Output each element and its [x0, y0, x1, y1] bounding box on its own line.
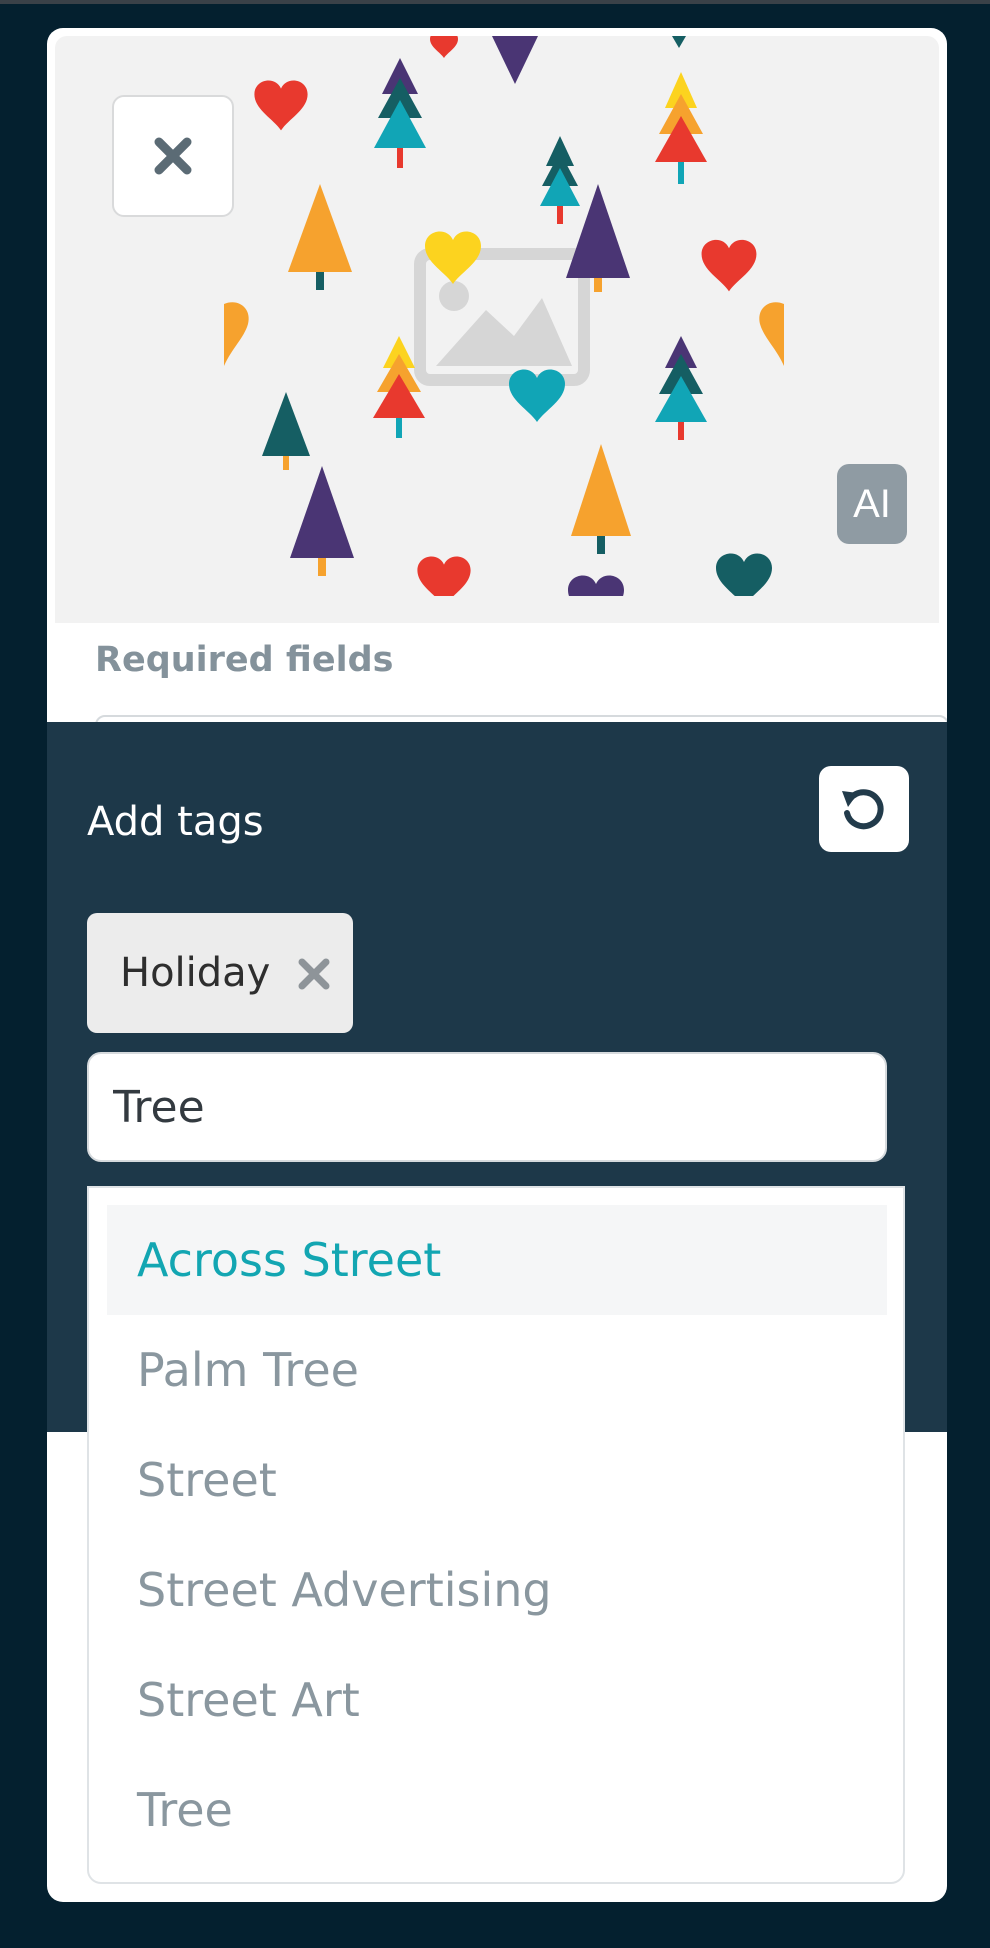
suggestion-option[interactable]: Street	[89, 1425, 903, 1535]
suggestion-option[interactable]: Street Advertising	[89, 1535, 903, 1645]
reset-tags-button[interactable]	[819, 766, 909, 852]
top-bar	[0, 0, 990, 4]
ai-badge: AI	[837, 464, 907, 544]
suggestion-option[interactable]: Street Art	[89, 1645, 903, 1755]
required-fields-label: Required fields	[95, 640, 394, 680]
suggestion-option[interactable]: Tree	[89, 1755, 903, 1865]
add-tags-title: Add tags	[87, 799, 264, 845]
image-preview: AI	[55, 36, 939, 623]
suggestion-option[interactable]: Palm Tree	[89, 1315, 903, 1425]
suggestion-option[interactable]: Across Street	[89, 1205, 903, 1315]
tag-chip-holiday: Holiday	[87, 913, 353, 1033]
tag-suggestions-dropdown: Across Street Palm Tree Street Street Ad…	[87, 1186, 905, 1884]
tag-chip-label: Holiday	[120, 950, 271, 996]
reset-icon	[842, 789, 884, 830]
holiday-pattern-image	[224, 36, 784, 596]
close-icon	[154, 137, 192, 175]
tag-search-input[interactable]	[87, 1052, 887, 1162]
close-button[interactable]	[112, 95, 234, 217]
tag-editor-card: AI Required fields Add tags Holiday Acro…	[47, 28, 947, 1902]
remove-tag-icon[interactable]	[297, 957, 331, 991]
